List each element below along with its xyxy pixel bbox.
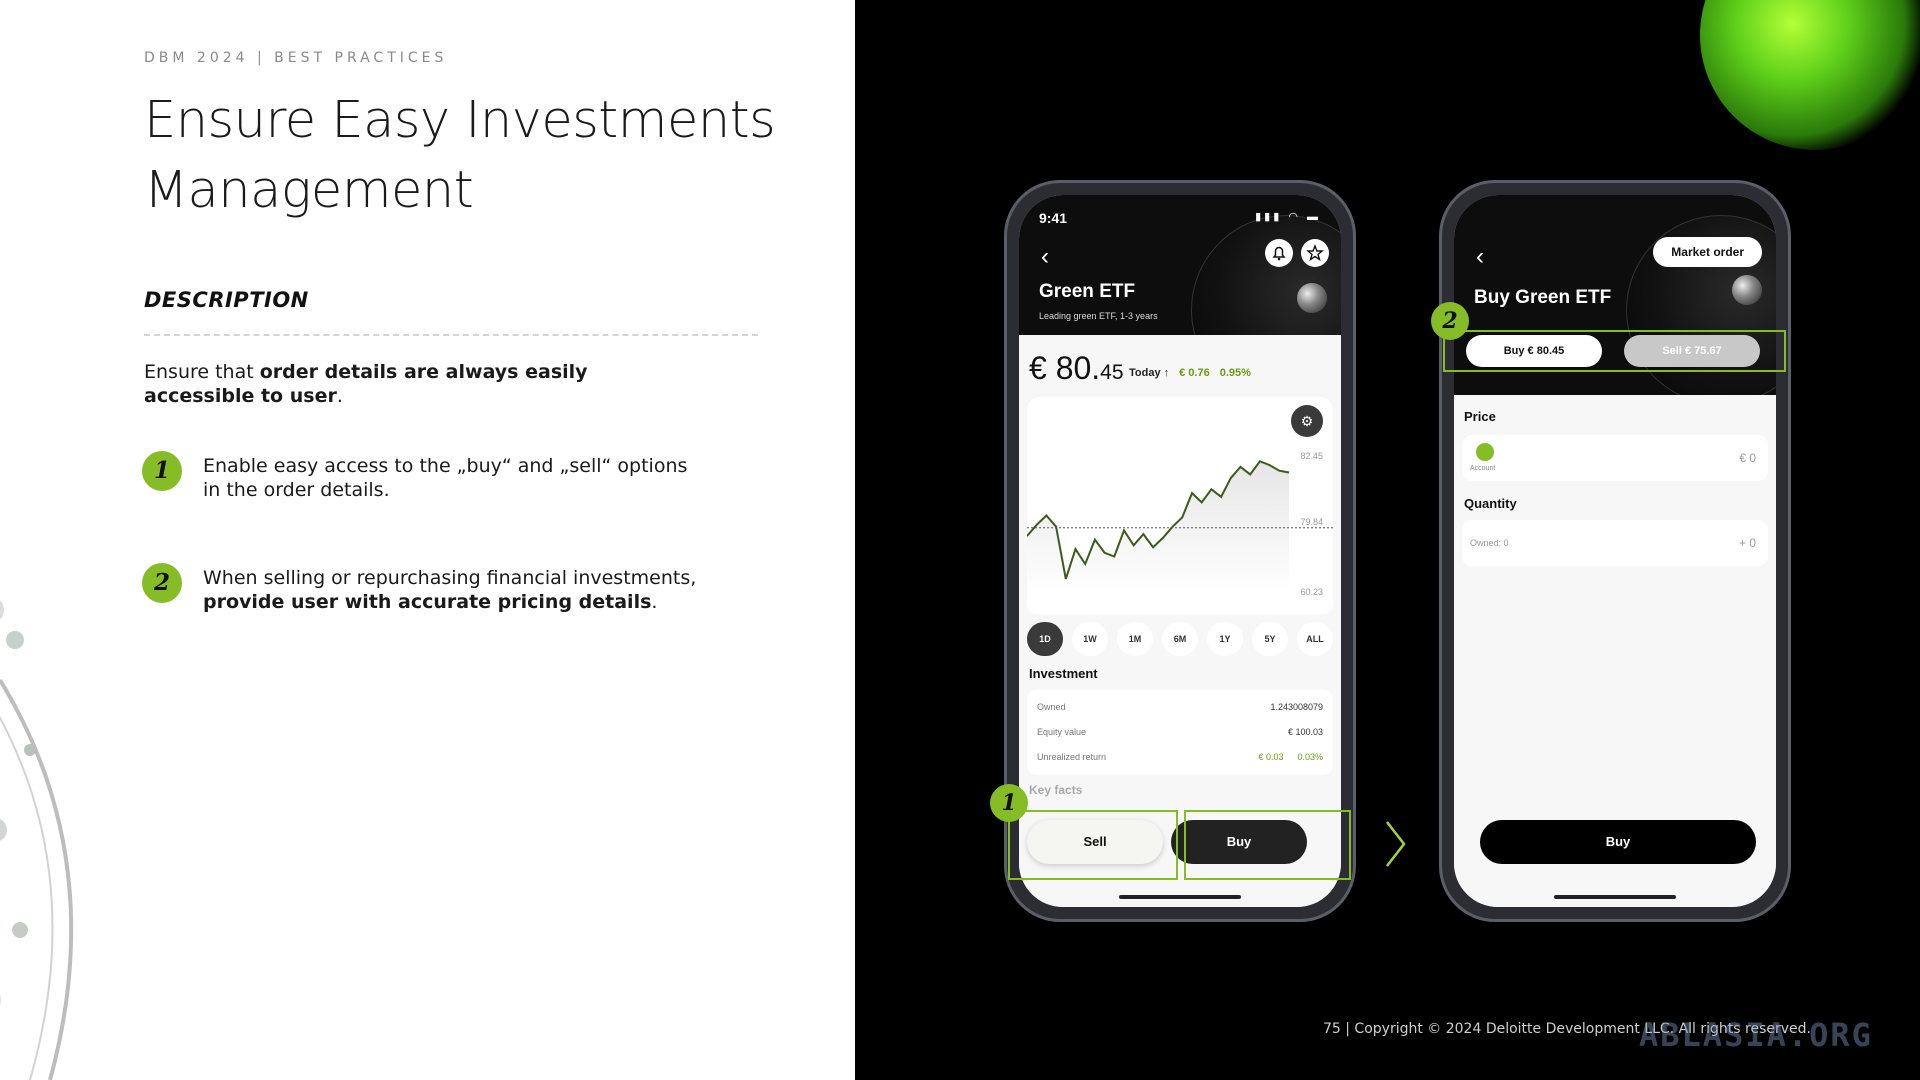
next-arrow-icon (1386, 821, 1406, 867)
etf-logo-icon (1297, 283, 1327, 313)
etf-header: 9:41 ▮▮▮ ◠ ▬ ‹ Green ETF Leading green E… (1019, 195, 1341, 335)
investment-heading: Investment (1029, 666, 1098, 681)
price-area (1027, 461, 1289, 592)
range-1y[interactable]: 1Y (1207, 622, 1243, 656)
investment-card: Owned 1.243008079 Equity value € 100.03 Un… (1027, 690, 1333, 775)
price-label: Price (1464, 409, 1496, 424)
quantity-label: Quantity (1464, 496, 1517, 511)
range-5y[interactable]: 5Y (1252, 622, 1288, 656)
quantity-value: + 0 (1738, 536, 1756, 550)
highlight-price-tabs (1443, 330, 1786, 372)
etf-logo-icon (1732, 275, 1762, 305)
callout-badge-2: 2 (1431, 302, 1469, 340)
y-tick-label: 82.45 (1300, 451, 1323, 461)
phone-screen: ‹ Market order Buy Green ETF Buy € 80.45… (1454, 195, 1776, 907)
intro-text: Ensure that order details are always eas… (144, 361, 588, 407)
bell-icon[interactable] (1265, 239, 1293, 267)
description-heading: DESCRIPTION (144, 288, 309, 312)
investment-row: Owned 1.243008079 (1037, 702, 1323, 712)
home-indicator (1554, 895, 1676, 899)
etf-subtitle: Leading green ETF, 1-3 years (1039, 311, 1158, 321)
range-1w[interactable]: 1W (1072, 622, 1108, 656)
range-6m[interactable]: 6M (1162, 622, 1198, 656)
back-chevron-icon[interactable]: ‹ (1476, 243, 1484, 271)
time-range-selector: 1D 1W 1M 6M 1Y 5Y ALL (1027, 619, 1333, 659)
callout-badge-1: 1 (990, 784, 1028, 822)
point-text: When selling or repurchasing financial i… (203, 567, 697, 613)
today-change: Today ↑ € 0.76 0.95% (1129, 367, 1251, 379)
dashed-divider (144, 334, 758, 336)
range-all[interactable]: ALL (1297, 622, 1333, 656)
current-price: € 80.45 (1029, 350, 1124, 386)
slide-kicker: DBM 2024 | BEST PRACTICES (144, 50, 448, 66)
price-value: € 0 (1739, 451, 1756, 465)
buy-confirm-button[interactable]: Buy (1480, 820, 1756, 864)
price-chart: ⚙ 82.45 79.84 60.23 (1027, 397, 1333, 615)
account-label: Account (1470, 465, 1496, 472)
point-number-badge: 1 (142, 451, 182, 491)
globe-graphic (1191, 215, 1341, 335)
watermark-logo: ABLASIA.ORG (1639, 1016, 1873, 1054)
order-type-button[interactable]: Market order (1653, 237, 1762, 267)
point-text: Enable easy access to the „buy“ and „sel… (203, 455, 688, 501)
phone-buy-order: ‹ Market order Buy Green ETF Buy € 80.45… (1439, 180, 1791, 922)
decorative-green-orb (1700, 0, 1920, 150)
highlight-buy (1184, 810, 1351, 880)
point-number-badge: 2 (142, 563, 182, 603)
key-facts-heading: Key facts (1029, 783, 1083, 797)
back-chevron-icon[interactable]: ‹ (1041, 243, 1049, 271)
price-chart-svg (1027, 460, 1333, 592)
quantity-field[interactable]: Owned: 0 + 0 (1462, 520, 1768, 566)
etf-title: Green ETF (1039, 281, 1136, 302)
account-icon (1476, 443, 1494, 461)
slide-title: Ensure Easy Investments Management (144, 91, 776, 220)
left-panel: DBM 2024 | BEST PRACTICES Ensure Easy In… (0, 0, 855, 1080)
range-1d[interactable]: 1D (1027, 622, 1063, 656)
price-field[interactable]: Account € 0 (1462, 435, 1768, 481)
decorative-splash-graphic (0, 600, 74, 1080)
star-icon[interactable] (1301, 239, 1329, 267)
range-1m[interactable]: 1M (1117, 622, 1153, 656)
y-tick-label: 79.84 (1300, 517, 1323, 527)
status-icons: ▮▮▮ ◠ ▬ (1255, 211, 1321, 223)
phone-screen: 9:41 ▮▮▮ ◠ ▬ ‹ Green ETF Leading green E… (1019, 195, 1341, 907)
y-tick-label: 60.23 (1300, 587, 1323, 597)
investment-row: Unrealized return € 0.03 0.03% (1037, 752, 1323, 762)
home-indicator (1119, 895, 1241, 899)
highlight-sell (1008, 810, 1178, 880)
investment-row: Equity value € 100.03 (1037, 727, 1323, 737)
owned-label: Owned: 0 (1470, 538, 1509, 548)
buy-title: Buy Green ETF (1474, 287, 1612, 308)
status-time: 9:41 (1039, 210, 1068, 226)
right-panel: 9:41 ▮▮▮ ◠ ▬ ‹ Green ETF Leading green E… (855, 0, 1920, 1080)
